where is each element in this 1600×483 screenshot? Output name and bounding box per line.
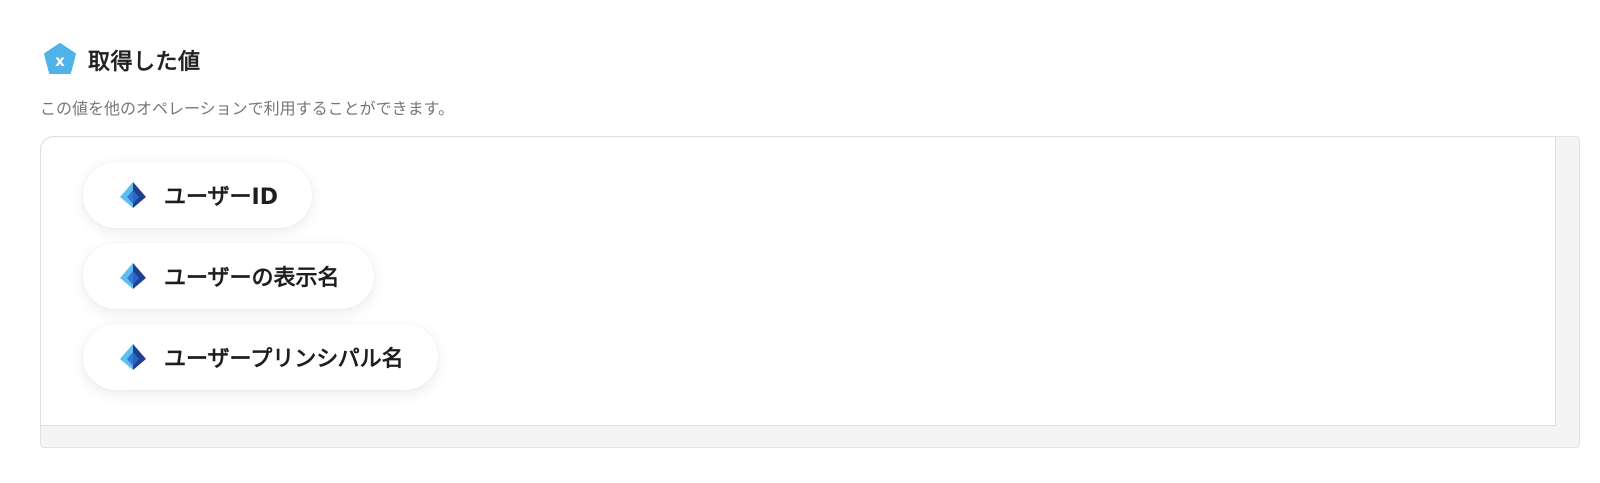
retrieved-values-panel: x 取得した値 この値を他のオペレーションで利用することができます。 ユーザーI… bbox=[0, 0, 1600, 483]
value-chip-user-display-name[interactable]: ユーザーの表示名 bbox=[83, 243, 374, 309]
azure-ad-icon bbox=[120, 182, 146, 208]
section-title: 取得した値 bbox=[88, 50, 201, 75]
section-description: この値を他のオペレーションで利用することができます。 bbox=[40, 99, 455, 118]
value-chip-user-id[interactable]: ユーザーID bbox=[83, 162, 313, 228]
value-chip-label: ユーザープリンシパル名 bbox=[164, 347, 404, 372]
section-header: x 取得した値 bbox=[42, 42, 201, 78]
variable-pentagon-icon: x bbox=[44, 43, 76, 74]
value-chip-label: ユーザーの表示名 bbox=[164, 266, 340, 291]
azure-ad-icon bbox=[120, 344, 146, 370]
svg-text:x: x bbox=[55, 52, 65, 70]
value-chip-user-principal-name[interactable]: ユーザープリンシパル名 bbox=[83, 324, 438, 390]
azure-ad-icon bbox=[120, 263, 146, 289]
value-chip-label: ユーザーID bbox=[164, 185, 279, 210]
